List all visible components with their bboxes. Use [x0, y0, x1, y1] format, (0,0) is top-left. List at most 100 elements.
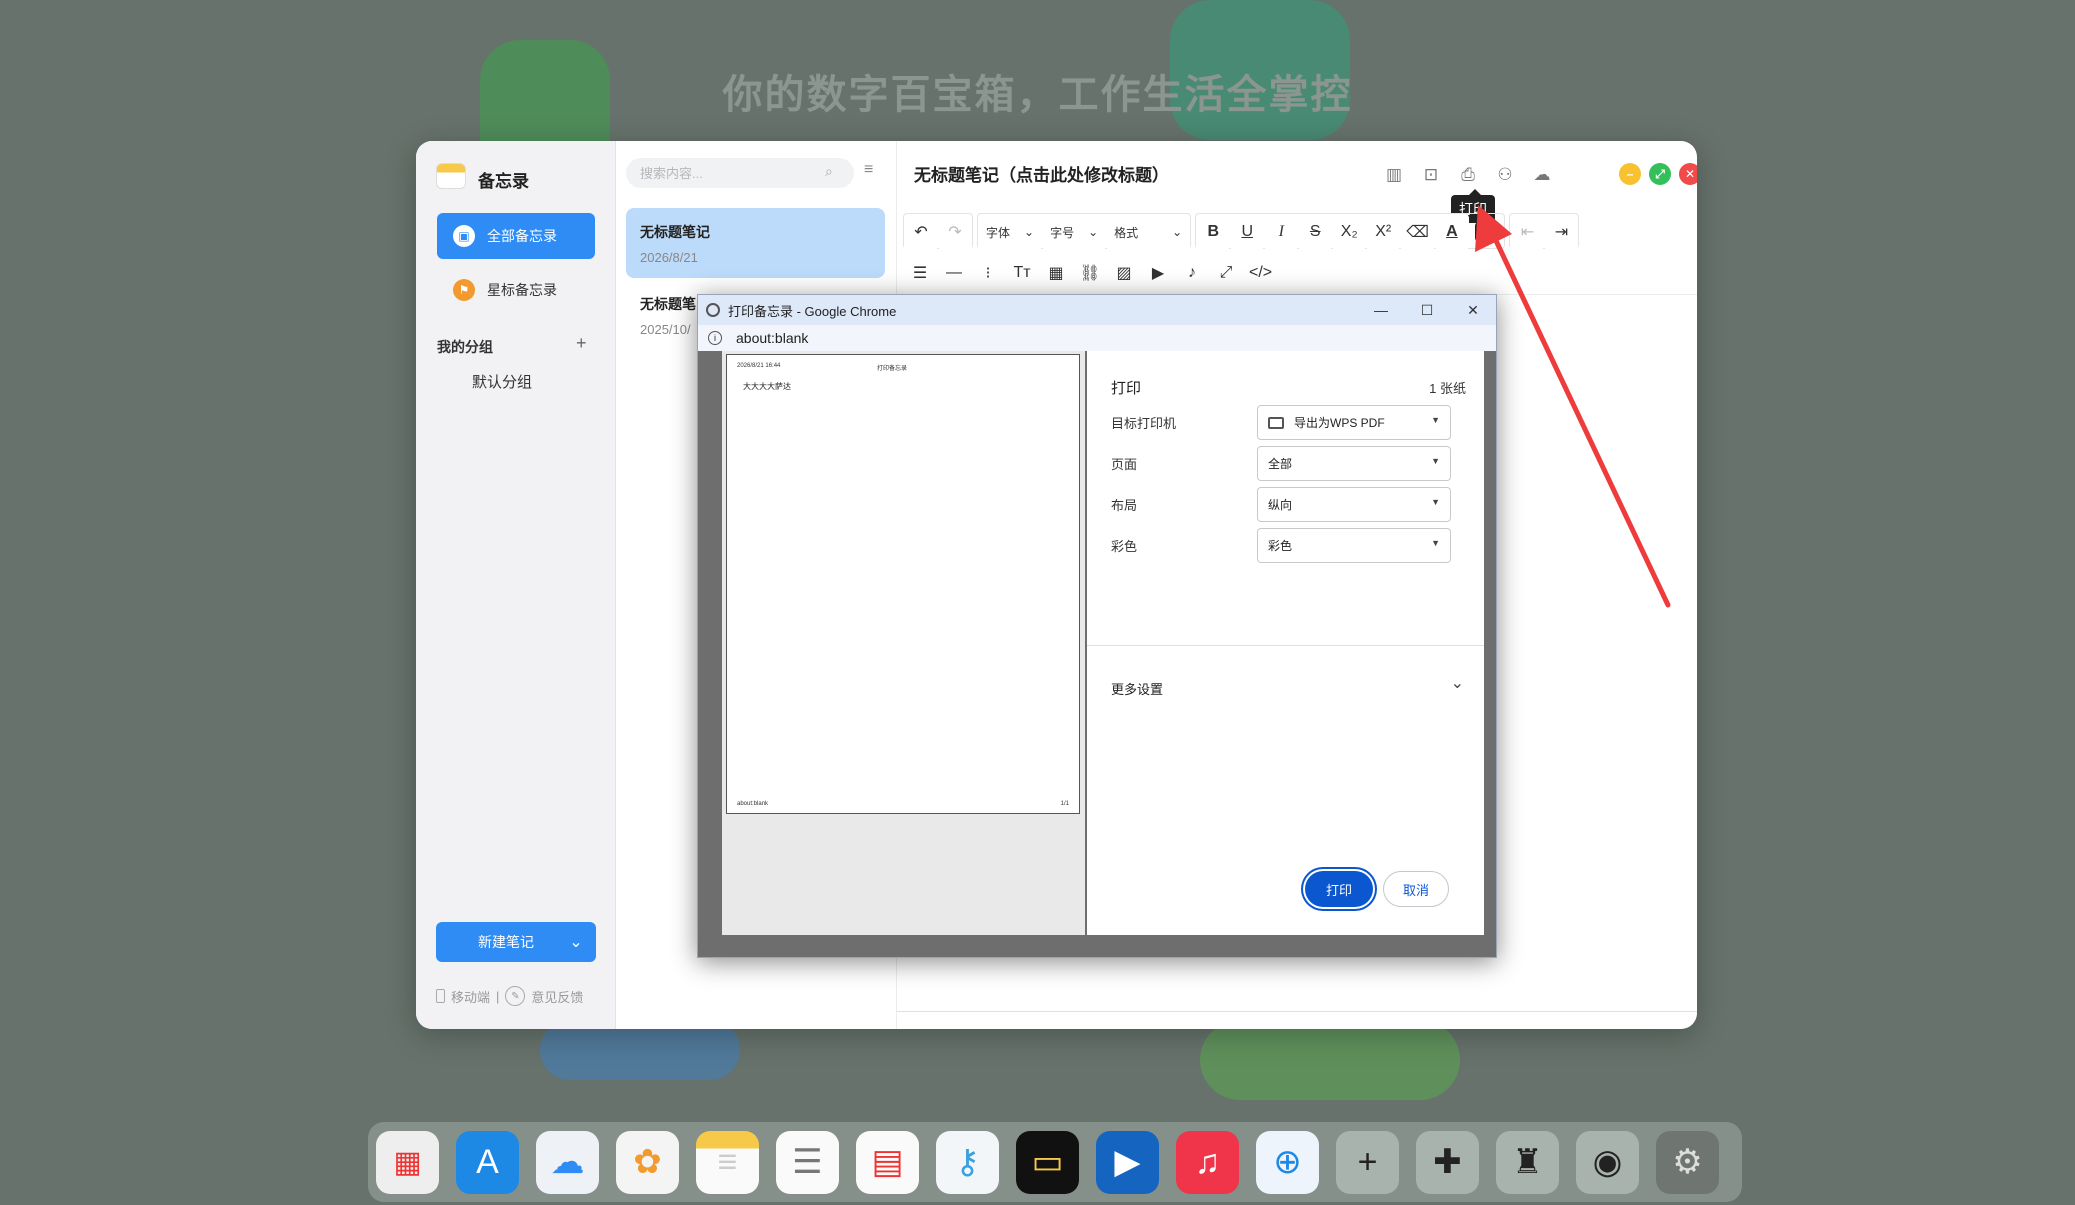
size-select[interactable]: 字号 ⌄: [1042, 214, 1107, 250]
font-select[interactable]: 字体 ⌄: [978, 214, 1043, 250]
settings-divider: [1087, 645, 1484, 646]
music-icon[interactable]: ♫: [1176, 1130, 1239, 1194]
font-color-icon[interactable]: A: [1434, 214, 1469, 250]
cancel-button[interactable]: 取消: [1383, 871, 1449, 907]
desktop-slogan: 你的数字百宝箱，工作生活全掌控: [722, 73, 1353, 117]
caret-down-icon: ▼: [1431, 415, 1440, 425]
sidebar-item-default-group[interactable]: 默认分组: [472, 371, 532, 392]
brush-icon[interactable]: ♜: [1496, 1130, 1559, 1194]
wallet-icon[interactable]: ▭: [1016, 1130, 1079, 1194]
maximize-icon[interactable]: ☐: [1404, 295, 1450, 325]
undo-icon[interactable]: ↶: [904, 214, 938, 250]
bookmark-icon[interactable]: ⊡: [1418, 162, 1444, 188]
highlight-icon[interactable]: A: [1474, 222, 1499, 242]
printer-icon[interactable]: ⎙: [1455, 162, 1481, 188]
video-icon[interactable]: ▶: [1141, 255, 1175, 291]
select-group: 字体 ⌄ 字号 ⌄ 格式 ⌄: [977, 213, 1192, 250]
image-icon[interactable]: ▨: [1107, 255, 1141, 291]
maximize-button[interactable]: ⤢: [1649, 163, 1671, 185]
chevron-down-icon: ⌄: [1024, 225, 1035, 239]
page-body-text: 大大大大萨达: [743, 382, 791, 391]
add-group-button[interactable]: +: [576, 333, 587, 354]
print-dialog-window: 打印备忘录 - Google Chrome — ☐ ✕ i about:blan…: [697, 294, 1497, 958]
sidebar-item-all-memos[interactable]: ▣ 全部备忘录: [437, 213, 595, 259]
ordered-list-icon[interactable]: ⁝: [971, 255, 1005, 291]
page-header-title: 打印备忘录: [877, 366, 908, 372]
strikethrough-icon[interactable]: S: [1298, 214, 1333, 250]
align-left-icon[interactable]: ☰: [903, 255, 937, 291]
search-input[interactable]: [626, 158, 854, 188]
table-icon[interactable]: ▦: [1039, 255, 1073, 291]
calendar-icon[interactable]: ▤: [856, 1130, 919, 1194]
book-icon[interactable]: ▥: [1381, 162, 1407, 188]
memo-logo-icon: [436, 163, 466, 189]
video-player-icon[interactable]: ▶: [1096, 1130, 1159, 1194]
underline-icon[interactable]: U: [1230, 214, 1265, 250]
reminders-icon[interactable]: ☰: [776, 1130, 839, 1194]
dialog-titlebar[interactable]: 打印备忘录 - Google Chrome — ☐ ✕: [698, 295, 1496, 325]
pages-value: 全部: [1268, 457, 1293, 471]
more-settings-toggle[interactable]: 更多设置: [1111, 679, 1163, 698]
caret-down-icon: ▼: [1431, 456, 1440, 466]
print-settings-title: 打印: [1111, 380, 1142, 397]
printer-select[interactable]: 导出为WPS PDF ▼: [1257, 405, 1451, 440]
list-item[interactable]: 无标题笔记 2026/8/21: [626, 208, 885, 278]
address-bar: i about:blank: [698, 325, 1496, 351]
mobile-link[interactable]: 移动端: [451, 987, 490, 1006]
eraser-icon[interactable]: ⌫: [1400, 214, 1435, 250]
indent-icon[interactable]: ⇥: [1544, 214, 1579, 250]
code-view-icon[interactable]: </>: [1243, 255, 1279, 291]
fullscreen-icon[interactable]: ⤢: [1209, 255, 1243, 291]
plugins-icon[interactable]: ✚: [1416, 1130, 1479, 1194]
printer-value: 导出为WPS PDF: [1294, 416, 1385, 430]
layout-select[interactable]: 纵向 ▼: [1257, 487, 1451, 522]
sidebar-item-label: 全部备忘录: [487, 228, 557, 244]
new-note-button[interactable]: 新建笔记 ⌄: [436, 922, 596, 962]
sheet-count: 1 张纸: [1429, 381, 1466, 396]
passwords-icon[interactable]: ⚷: [936, 1130, 999, 1194]
editor-toolbar: ↶ ↷ 字体 ⌄ 字号 ⌄ 格式 ⌄ B U I S X₂ X² ⌫ A A ⇤…: [897, 209, 1697, 295]
close-icon[interactable]: ✕: [1450, 295, 1496, 325]
info-icon[interactable]: i: [708, 331, 722, 345]
redo-icon[interactable]: ↷: [938, 214, 972, 250]
horizontal-rule-icon[interactable]: —: [937, 255, 971, 291]
system-settings-icon[interactable]: ⚙: [1656, 1130, 1719, 1194]
cloud-upload-icon[interactable]: ☁: [1529, 162, 1555, 188]
chevron-down-icon[interactable]: ⌄: [1451, 673, 1464, 693]
sidebar-item-starred-memos[interactable]: ⚑ 星标备忘录: [437, 267, 595, 313]
sidebar-item-label: 星标备忘录: [487, 282, 557, 298]
dialog-window-controls: — ☐ ✕: [1358, 295, 1496, 325]
add-app-icon[interactable]: +: [1336, 1130, 1399, 1194]
notes-icon[interactable]: ≡: [696, 1130, 759, 1194]
close-button[interactable]: ✕: [1679, 163, 1697, 185]
feedback-link[interactable]: 意见反馈: [531, 987, 583, 1006]
editor-bottom-border: [897, 1011, 1697, 1012]
search-icon[interactable]: ⌕: [825, 163, 833, 180]
security-icon[interactable]: ◉: [1576, 1130, 1639, 1194]
pages-select[interactable]: 全部 ▼: [1257, 446, 1451, 481]
chevron-down-icon[interactable]: ⌄: [556, 932, 596, 952]
minimize-button[interactable]: –: [1619, 163, 1641, 185]
app-name: 备忘录: [478, 172, 529, 191]
italic-icon[interactable]: I: [1264, 214, 1299, 250]
launchpad-icon[interactable]: ▦: [376, 1130, 439, 1194]
user-add-icon[interactable]: ⚇: [1492, 162, 1518, 188]
format-select[interactable]: 格式 ⌄: [1106, 214, 1191, 250]
color-select[interactable]: 彩色 ▼: [1257, 528, 1451, 563]
app-store-icon[interactable]: A: [456, 1130, 519, 1194]
photos-icon[interactable]: ✿: [616, 1130, 679, 1194]
sort-icon[interactable]: ≡: [864, 161, 873, 179]
note-title-editable[interactable]: 无标题笔记（点击此处修改标题）: [914, 161, 1169, 186]
superscript-icon[interactable]: X²: [1366, 214, 1401, 250]
audio-icon[interactable]: ♪: [1175, 255, 1209, 291]
outdent-icon[interactable]: ⇤: [1510, 214, 1545, 250]
text-size-icon[interactable]: Tт: [1005, 255, 1039, 291]
subscript-icon[interactable]: X₂: [1332, 214, 1367, 250]
pages-label: 页面: [1111, 457, 1138, 472]
safari-icon[interactable]: ⊕: [1256, 1130, 1319, 1194]
link-icon[interactable]: ⛓: [1073, 255, 1107, 291]
bold-icon[interactable]: B: [1196, 214, 1231, 250]
minimize-icon[interactable]: —: [1358, 295, 1404, 325]
print-button[interactable]: 打印: [1305, 871, 1373, 907]
icloud-icon[interactable]: ☁: [536, 1130, 599, 1194]
